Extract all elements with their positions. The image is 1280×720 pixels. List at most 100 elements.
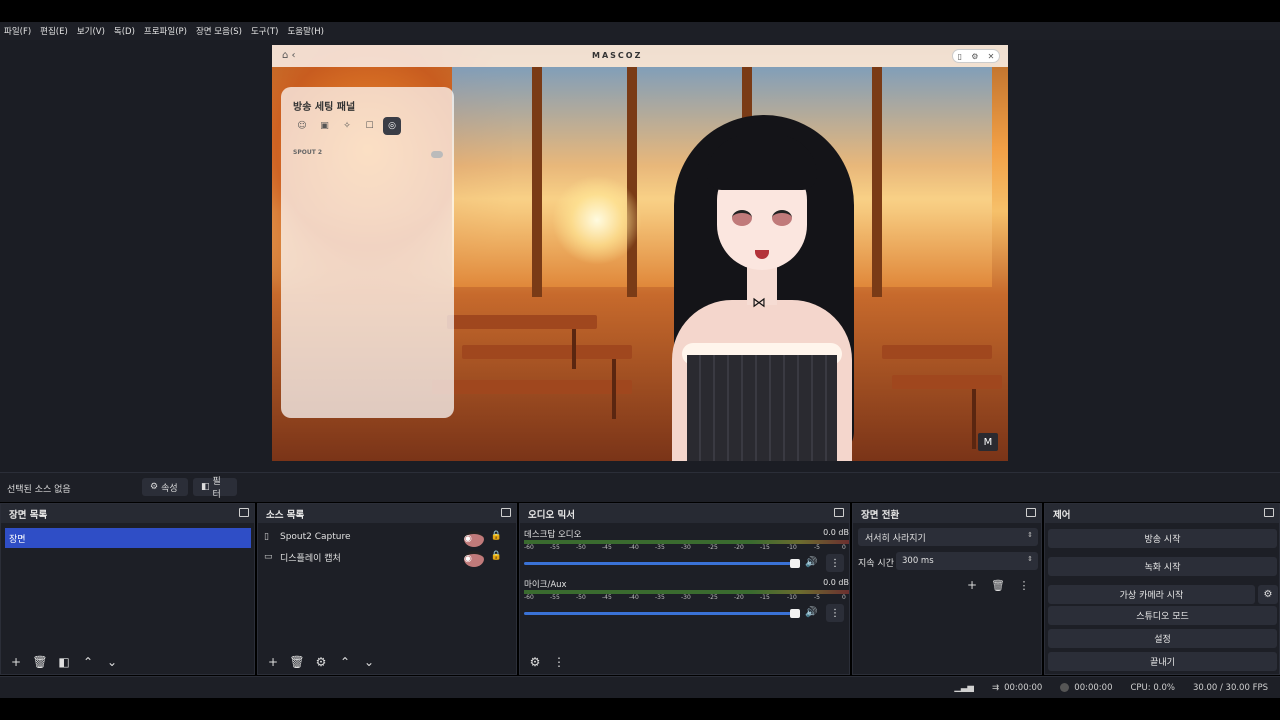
tick-label: -35 (655, 544, 665, 551)
tick-label: -10 (787, 544, 797, 551)
tick-label: -40 (629, 544, 639, 551)
undock-icon[interactable] (834, 508, 844, 517)
move-down-icon[interactable]: ⌄ (101, 653, 123, 671)
undock-icon[interactable] (1026, 508, 1036, 517)
channel-name: 마이크/Aux (524, 580, 567, 590)
properties-button[interactable]: ⚙ 속성 (142, 478, 188, 496)
desk-leg (612, 359, 616, 419)
menu-scene-collection[interactable]: 장면 모음(S) (196, 25, 242, 37)
desk-leg (972, 389, 976, 449)
scenes-title: 장면 목록 (9, 509, 48, 521)
filter-icon[interactable]: ◧ (53, 653, 75, 671)
meter-ticks: -60 -55 -50 -45 -40 -35 -30 -25 -20 -15 … (524, 594, 849, 604)
spout-row: SPOUT 2 (293, 149, 443, 163)
scenes-dock-header: 장면 목록 (1, 504, 254, 523)
filters-button[interactable]: ◧ 필터 (193, 477, 237, 500)
move-up-icon[interactable]: ⌃ (334, 653, 356, 671)
move-down-icon[interactable]: ⌄ (358, 653, 380, 671)
stream-status: ⇉ 00:00:00 (992, 683, 1042, 693)
menu-view[interactable]: 보기(V) (77, 25, 105, 37)
transitions-dock-header: 장면 전환 (853, 504, 1041, 523)
desk (447, 315, 597, 329)
menu-help[interactable]: 도움말(H) (287, 25, 323, 37)
exit-button[interactable]: 끝내기 (1048, 652, 1277, 671)
no-source-label: 선택된 소스 없음 (7, 485, 71, 495)
more-vertical-icon[interactable]: ⋮ (826, 554, 844, 572)
tick-label: -25 (708, 594, 718, 601)
settings-button[interactable]: 설정 (1048, 629, 1277, 648)
monitor-icon: ▭ (264, 552, 273, 562)
add-icon[interactable]: + (5, 653, 27, 671)
sources-dock: 소스 목록 ▯ Spout2 Capture ◉ 🔒 ▭ 디스플레이 캡처 ◉ … (257, 503, 517, 675)
more-vertical-icon[interactable]: ⋮ (1013, 576, 1035, 594)
advanced-audio-icon[interactable]: ⚙ (524, 653, 546, 671)
cpu-usage: CPU: 0.0% (1130, 682, 1175, 693)
signal-icon: ▁▃▅ (954, 682, 974, 693)
source-toolbar: 선택된 소스 없음 ⚙ 속성 ◧ 필터 (0, 472, 1280, 502)
gear-icon[interactable]: ⚙ (1258, 585, 1278, 604)
start-virtualcam-button[interactable]: 가상 카메라 시작 (1048, 585, 1255, 604)
image-icon: ▣ (320, 121, 329, 131)
undock-icon[interactable] (1264, 508, 1274, 517)
window-frame (532, 67, 542, 297)
lock-icon[interactable]: 🔒 (491, 531, 502, 541)
menu-file[interactable]: 파일(F) (4, 25, 31, 37)
gear-icon: ⚙ (971, 51, 979, 61)
trash-icon[interactable]: 🗑 (286, 653, 308, 671)
mixer-toolbar: ⚙ ⋮ (524, 653, 572, 671)
speaker-icon[interactable]: 🔊 (805, 557, 817, 568)
menu-bar: 파일(F) 편집(E) 보기(V) 독(D) 프로파일(P) 장면 모음(S) … (0, 22, 1280, 40)
eye-icon[interactable]: ◉ (464, 531, 484, 547)
gear-icon[interactable]: ⚙ (310, 653, 332, 671)
chevron-updown-icon: ⇕ (1027, 531, 1033, 539)
controls-title: 제어 (1053, 509, 1071, 521)
menu-docks[interactable]: 독(D) (114, 25, 135, 37)
add-icon[interactable]: + (961, 576, 983, 594)
duration-input[interactable]: 300 ms ⇕ (896, 552, 1038, 570)
start-recording-button[interactable]: 녹화 시작 (1048, 557, 1277, 576)
speaker-icon[interactable]: 🔊 (805, 607, 817, 618)
menu-profile[interactable]: 프로파일(P) (144, 25, 187, 37)
transition-select[interactable]: 서서히 사라지기 ⇕ (858, 528, 1038, 546)
add-icon[interactable]: + (262, 653, 284, 671)
transition-selected: 서서히 사라지기 (865, 533, 926, 544)
studio-mode-button[interactable]: 스튜디오 모드 (1048, 606, 1277, 625)
bottom-bar (0, 698, 1280, 720)
eye-icon[interactable]: ◉ (464, 551, 484, 567)
mixer-channel-desktop: 데스크탑 오디오 0.0 dB -60 -55 -50 -45 -40 -35 … (524, 528, 849, 578)
source-item-label: Spout2 Capture (280, 532, 351, 542)
tick-label: -25 (708, 544, 718, 551)
tick-label: -5 (814, 544, 820, 551)
desk (432, 380, 632, 394)
move-up-icon[interactable]: ⌃ (77, 653, 99, 671)
scene-item[interactable]: 장면 (5, 528, 251, 548)
more-vertical-icon[interactable]: ⋮ (548, 653, 570, 671)
trash-icon[interactable]: 🗑 (29, 653, 51, 671)
fps-readout: 30.00 / 30.00 FPS (1192, 682, 1268, 693)
panel-tab-icons: ☺ ▣ ✧ ☐ ◎ (293, 117, 406, 135)
source-item[interactable]: ▭ 디스플레이 캡처 ◉ 🔒 (264, 548, 510, 567)
start-streaming-button[interactable]: 방송 시작 (1048, 529, 1277, 548)
tick-label: -55 (550, 594, 560, 601)
menu-edit[interactable]: 편집(E) (40, 25, 68, 37)
channel-name: 데스크탑 오디오 (524, 530, 582, 540)
duration-label: 지속 시간 (858, 559, 894, 569)
volume-slider-handle[interactable] (790, 559, 800, 568)
preview-canvas[interactable]: ⋈ ⌂ ‹ MASCOZ ▯ ⚙ ✕ 방송 세팅 패널 ☺ ▣ ✧ ☐ ◎ SP… (272, 45, 1008, 461)
undock-icon[interactable] (501, 508, 511, 517)
more-vertical-icon[interactable]: ⋮ (826, 604, 844, 622)
audio-mixer-dock: 오디오 믹서 데스크탑 오디오 0.0 dB -60 -55 -50 -45 -… (519, 503, 850, 675)
volume-slider[interactable] (524, 562, 792, 565)
spout-label: SPOUT 2 (293, 149, 323, 156)
menu-tools[interactable]: 도구(T) (251, 25, 278, 37)
trash-icon[interactable]: 🗑 (987, 576, 1009, 594)
tick-label: -15 (760, 544, 770, 551)
undock-icon[interactable] (239, 508, 249, 517)
source-item[interactable]: ▯ Spout2 Capture ◉ 🔒 (264, 528, 510, 547)
avatar-eye-right (772, 210, 792, 226)
panel-title: 방송 세팅 패널 (293, 102, 356, 113)
volume-slider-handle[interactable] (790, 609, 800, 618)
volume-slider[interactable] (524, 612, 792, 615)
lock-icon[interactable]: 🔒 (491, 551, 502, 561)
mascoz-logo: MASCOZ (592, 51, 643, 60)
